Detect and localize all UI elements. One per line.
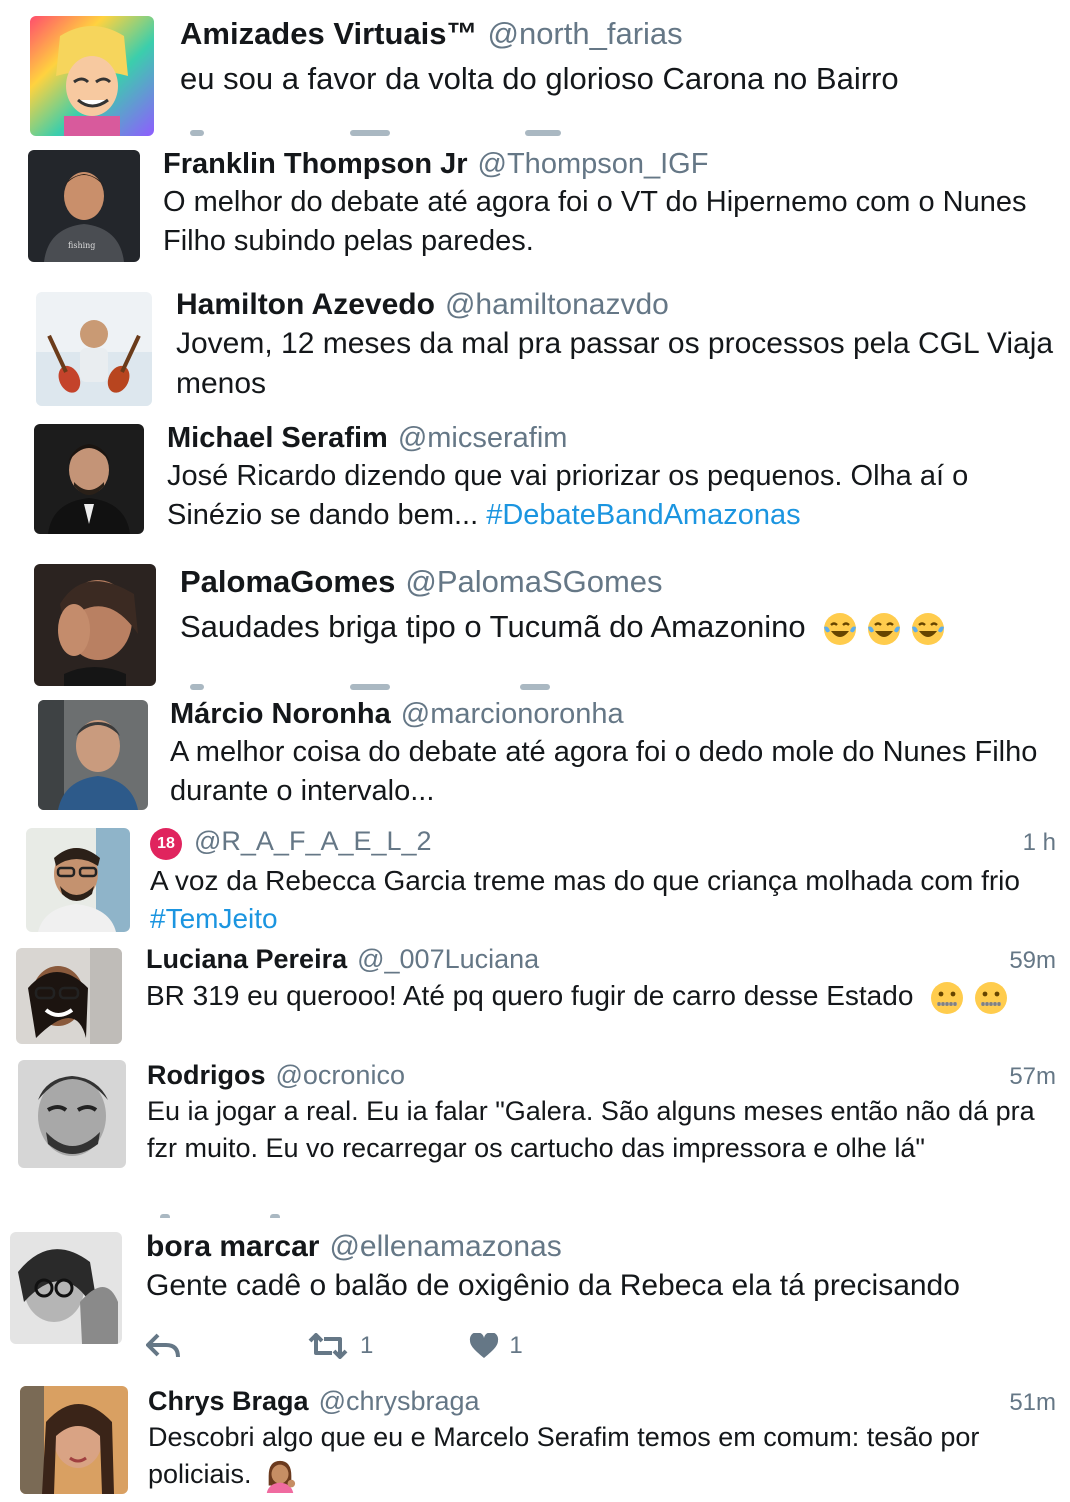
- hashtag-link[interactable]: #TemJeito: [150, 903, 278, 934]
- display-name[interactable]: Luciana Pereira: [146, 944, 347, 975]
- tweet-actions: [180, 130, 600, 138]
- tweet[interactable]: Luciana Pereira @_007Luciana 59m BR 319 …: [0, 942, 1070, 1044]
- reply-icon: [146, 1333, 180, 1358]
- user-handle[interactable]: @R_A_F_A_E_L_2: [194, 826, 432, 857]
- avatar[interactable]: [26, 828, 130, 932]
- tweet-actions: 1 1: [146, 1332, 1056, 1360]
- tweet[interactable]: Amizades Virtuais™ @north_farias eu sou …: [0, 0, 1070, 138]
- user-handle[interactable]: @_007Luciana: [357, 944, 539, 975]
- tweet-text: Jovem, 12 meses da mal pra passar os pro…: [176, 327, 1054, 401]
- tweet[interactable]: Rodrigos @ocronico 57m Eu ia jogar a rea…: [0, 1046, 1070, 1218]
- tweet-text: A voz da Rebecca Garcia treme mas do que…: [150, 862, 1056, 937]
- tweet[interactable]: Chrys Braga @chrysbraga 51m Descobri alg…: [0, 1374, 1070, 1502]
- tweet[interactable]: 18 @R_A_F_A_E_L_2 1 h A voz da Rebecca G…: [0, 822, 1070, 940]
- tweet-text: José Ricardo dizendo que vai priorizar o…: [167, 457, 1056, 535]
- tweet-text: O melhor do debate até agora foi o VT do…: [163, 186, 1027, 257]
- retweet-count: 1: [360, 1332, 374, 1360]
- display-name[interactable]: Franklin Thompson Jr: [163, 148, 468, 181]
- zipper-mouth-emoji-icon: [973, 980, 1009, 1016]
- tweet-text: eu sou a favor da volta do glorioso Caro…: [180, 61, 899, 96]
- tweet-text: Gente cadê o balão de oxigênio da Rebeca…: [146, 1269, 960, 1302]
- display-name[interactable]: Chrys Braga: [148, 1386, 309, 1417]
- avatar[interactable]: [30, 16, 154, 136]
- user-handle[interactable]: @ocronico: [276, 1060, 405, 1091]
- tweet-text: BR 319 eu querooo! Até pq quero fugir de…: [146, 977, 1056, 1016]
- tweet-text-content: Saudades briga tipo o Tucumã do Amazonin…: [180, 609, 806, 644]
- avatar[interactable]: [20, 1386, 128, 1494]
- adult-content-badge: 18: [150, 828, 182, 860]
- tweet[interactable]: Hamilton Azevedo @hamiltonazvdo Jovem, 1…: [0, 280, 1070, 412]
- user-handle[interactable]: @PalomaSGomes: [405, 564, 662, 600]
- tweet-text-content: BR 319 eu querooo! Até pq quero fugir de…: [146, 980, 914, 1011]
- user-handle[interactable]: @chrysbraga: [319, 1386, 480, 1417]
- display-name[interactable]: bora marcar: [146, 1230, 319, 1264]
- user-handle[interactable]: @micserafim: [398, 422, 568, 455]
- avatar[interactable]: [38, 700, 148, 810]
- like-count: 1: [509, 1332, 523, 1360]
- avatar[interactable]: [34, 564, 156, 686]
- user-handle[interactable]: @marcionoronha: [401, 698, 624, 731]
- tweet[interactable]: PalomaGomes @PalomaSGomes Saudades briga…: [0, 550, 1070, 690]
- like-button[interactable]: 1: [469, 1332, 523, 1360]
- tweet-text: Saudades briga tipo o Tucumã do Amazonin…: [180, 606, 1056, 648]
- tears-of-joy-emoji-icon: [822, 611, 858, 647]
- user-handle[interactable]: @north_farias: [487, 16, 682, 52]
- tweet-text: Descobri algo que eu e Marcelo Serafim t…: [148, 1419, 1056, 1494]
- avatar[interactable]: fishing: [28, 150, 140, 262]
- user-handle[interactable]: @ellenamazonas: [329, 1230, 561, 1264]
- user-handle[interactable]: @Thompson_IGF: [478, 148, 709, 181]
- display-name[interactable]: PalomaGomes: [180, 564, 395, 600]
- heart-icon: [470, 1333, 499, 1359]
- display-name[interactable]: Rodrigos: [147, 1060, 266, 1091]
- tweet-text: A melhor coisa do debate até agora foi o…: [170, 736, 1038, 807]
- avatar[interactable]: [10, 1232, 122, 1344]
- avatar[interactable]: [34, 424, 144, 534]
- retweet-icon: [308, 1333, 348, 1360]
- display-name[interactable]: Márcio Noronha: [170, 698, 391, 731]
- tears-of-joy-emoji-icon: [910, 611, 946, 647]
- avatar[interactable]: [18, 1060, 126, 1168]
- display-name[interactable]: Michael Serafim: [167, 422, 388, 455]
- avatar[interactable]: [16, 948, 122, 1044]
- avatar[interactable]: [36, 292, 152, 406]
- tweet[interactable]: bora marcar @ellenamazonas Gente cadê o …: [0, 1220, 1070, 1372]
- retweet-button[interactable]: 1: [306, 1332, 373, 1360]
- tweet[interactable]: fishing Franklin Thompson Jr @Thompson_I…: [0, 140, 1070, 278]
- tweet[interactable]: Michael Serafim @micserafim José Ricardo…: [0, 414, 1070, 546]
- tweet-text-content: A voz da Rebecca Garcia treme mas do que…: [150, 865, 1020, 896]
- tweet-actions: [150, 1214, 350, 1218]
- display-name[interactable]: Amizades Virtuais™: [180, 16, 477, 52]
- reply-button[interactable]: [146, 1333, 190, 1359]
- zipper-mouth-emoji-icon: [929, 980, 965, 1016]
- timestamp[interactable]: 51m: [1009, 1389, 1056, 1417]
- svg-text:fishing: fishing: [68, 241, 95, 250]
- hashtag-link[interactable]: #DebateBandAmazonas: [486, 499, 800, 531]
- display-name[interactable]: Hamilton Azevedo: [176, 288, 435, 322]
- tweet-text: Eu ia jogar a real. Eu ia falar "Galera.…: [147, 1096, 1035, 1163]
- timestamp[interactable]: 57m: [1009, 1063, 1056, 1091]
- woman-tipping-hand-emoji-icon: [263, 1459, 297, 1494]
- timestamp[interactable]: 59m: [1009, 947, 1056, 975]
- timestamp[interactable]: 1 h: [1023, 829, 1056, 857]
- tweet[interactable]: Márcio Noronha @marcionoronha A melhor c…: [0, 692, 1070, 820]
- tears-of-joy-emoji-icon: [866, 611, 902, 647]
- tweet-actions: [180, 684, 600, 690]
- user-handle[interactable]: @hamiltonazvdo: [445, 288, 669, 322]
